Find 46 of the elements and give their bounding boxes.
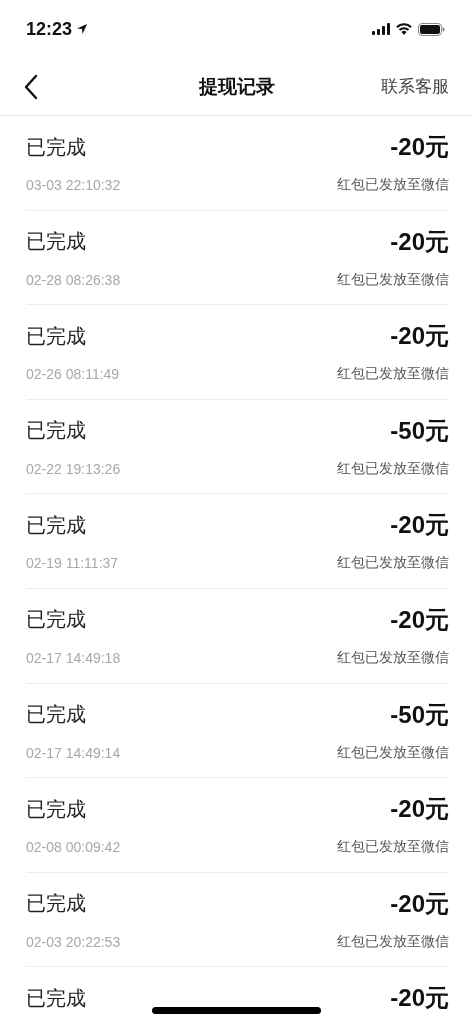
page-title: 提现记录 bbox=[198, 73, 275, 99]
status-time: 12:23 bbox=[26, 18, 73, 40]
record-note: 红包已发放至微信 bbox=[337, 554, 449, 573]
record-time: 02-17 14:49:18 bbox=[26, 649, 121, 666]
back-chevron-icon bbox=[24, 73, 38, 100]
contact-service-link[interactable]: 联系客服 bbox=[381, 75, 449, 98]
record-status: 已完成 bbox=[26, 228, 86, 256]
record-status: 已完成 bbox=[26, 795, 86, 823]
record-amount: -20元 bbox=[390, 794, 449, 825]
record-time: 02-26 08:11:49 bbox=[26, 366, 120, 383]
record-amount: -20元 bbox=[390, 226, 449, 257]
record-note: 红包已发放至微信 bbox=[337, 270, 449, 289]
record-time: 02-17 14:49:14 bbox=[26, 744, 121, 761]
record-time: 02-19 11:11:37 bbox=[26, 555, 119, 572]
record-status: 已完成 bbox=[26, 322, 86, 350]
record-time: 02-08 00:09:42 bbox=[26, 839, 121, 856]
record-note: 红包已发放至微信 bbox=[337, 838, 449, 857]
record-amount: -20元 bbox=[390, 321, 449, 352]
record-time: 03-03 22:10:32 bbox=[26, 177, 121, 193]
record-amount: -20元 bbox=[390, 132, 449, 162]
record-time: 02-22 19:13:26 bbox=[26, 460, 121, 477]
record-status: 已完成 bbox=[26, 701, 86, 729]
record-amount: -20元 bbox=[390, 510, 449, 541]
record-amount: -50元 bbox=[390, 699, 449, 730]
record-note: 红包已发放至微信 bbox=[337, 648, 449, 667]
record-amount: -50元 bbox=[390, 415, 449, 446]
record-note: 红包已发放至微信 bbox=[337, 365, 449, 384]
record-status: 已完成 bbox=[26, 417, 86, 445]
record-note: 红包已发放至微信 bbox=[337, 743, 449, 762]
record-time: 02-28 08:26:38 bbox=[26, 271, 121, 288]
record-status: 已完成 bbox=[26, 890, 86, 918]
location-arrow-icon bbox=[76, 23, 89, 35]
record-status: 已完成 bbox=[26, 133, 86, 161]
record-status: 已完成 bbox=[26, 511, 86, 539]
record-note: 红包已发放至微信 bbox=[337, 932, 449, 951]
record-time: 02-03 20:22:53 bbox=[26, 933, 121, 950]
record-amount: -20元 bbox=[390, 604, 449, 635]
record-status: 已完成 bbox=[26, 984, 86, 1012]
wifi-icon bbox=[396, 23, 412, 35]
record-note: 红包已发放至微信 bbox=[337, 459, 449, 478]
record-amount: -20元 bbox=[390, 983, 449, 1014]
record-status: 已完成 bbox=[26, 606, 86, 634]
record-note: 红包已发放至微信 bbox=[337, 176, 449, 194]
signal-icon bbox=[372, 23, 390, 35]
record-amount: -20元 bbox=[390, 888, 449, 919]
battery-icon bbox=[418, 22, 445, 36]
